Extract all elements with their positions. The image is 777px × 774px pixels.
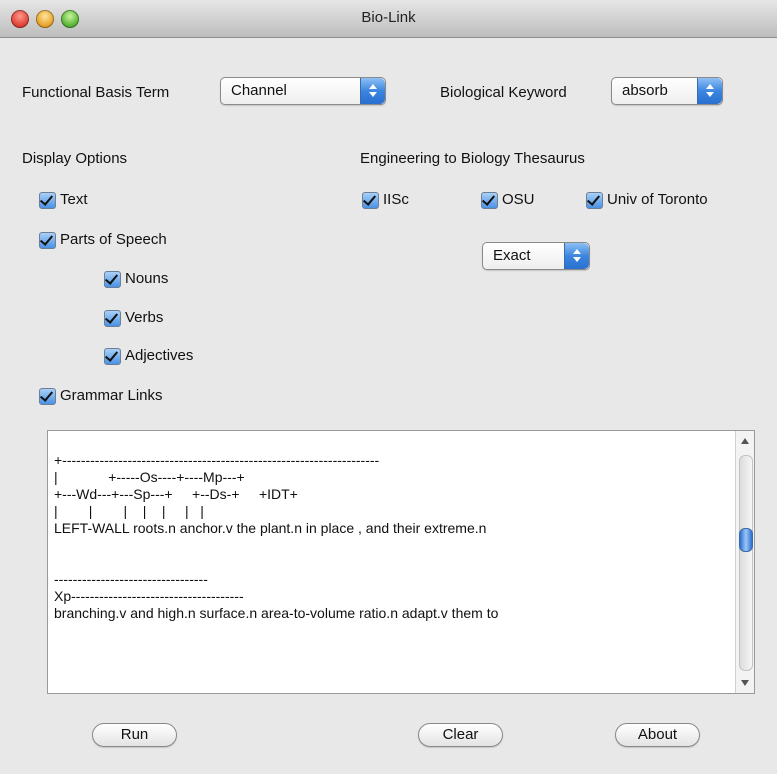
title-bar: Bio-Link [0,0,777,38]
checkmark-icon [586,192,603,209]
checkmark-icon [104,310,121,327]
output-line: +---------------------------------------… [54,452,380,468]
iisc-label: IISc [383,191,409,208]
window-title: Bio-Link [361,9,416,26]
checkmark-icon [362,192,379,209]
output-line: Xp------------------------------------- [54,588,244,604]
functional-basis-value: Channel [231,82,287,99]
output-line: branching.v and high.n surface.n area-to… [54,605,499,621]
match-mode-popup[interactable]: Exact [482,242,590,270]
popup-arrows-icon [360,78,385,104]
scroll-down-arrow-icon[interactable] [741,680,749,686]
grammar-links-label: Grammar Links [60,387,163,404]
nouns-label: Nouns [125,270,169,287]
scroll-up-arrow-icon[interactable] [741,438,749,444]
scrollbar-thumb[interactable] [739,527,753,552]
checkmark-icon [39,232,56,249]
checkmark-icon [39,192,56,209]
about-button[interactable]: About [615,723,700,747]
scrollbar-track[interactable] [739,455,753,671]
checkmark-icon [39,388,56,405]
vertical-scrollbar[interactable] [735,431,754,693]
parts-of-speech-label: Parts of Speech [60,231,167,248]
output-content: +---------------------------------------… [54,452,498,622]
clear-button[interactable]: Clear [418,723,503,747]
output-line: +---Wd---+---Sp---+ +--Ds-+ +IDT+ [54,486,298,502]
biological-keyword-popup[interactable]: absorb [611,77,723,105]
biological-keyword-label: Biological Keyword [440,84,567,101]
functional-basis-label: Functional Basis Term [22,84,170,101]
verbs-label: Verbs [125,309,164,326]
output-text-area[interactable]: +---------------------------------------… [47,430,755,694]
toronto-label: Univ of Toronto [607,191,708,208]
output-line: | +-----Os----+----Mp---+ [54,469,245,485]
osu-label: OSU [502,191,535,208]
adjectives-label: Adjectives [125,347,194,364]
match-mode-value: Exact [493,247,531,264]
checkmark-icon [104,271,121,288]
checkmark-icon [481,192,498,209]
bio-link-window: Bio-Link Functional Basis Term Channel B… [0,0,777,774]
biological-keyword-value: absorb [622,82,668,99]
display-options-heading: Display Options [22,150,128,167]
functional-basis-popup[interactable]: Channel [220,77,386,105]
output-line: | | | | | | | [54,503,204,519]
checkmark-icon [104,348,121,365]
popup-arrows-icon [564,243,589,269]
output-line: LEFT-WALL roots.n anchor.v the plant.n i… [54,520,487,536]
thesaurus-heading: Engineering to Biology Thesaurus [360,150,585,167]
run-button[interactable]: Run [92,723,177,747]
popup-arrows-icon [697,78,722,104]
text-checkbox-label: Text [60,191,88,208]
output-line: --------------------------------- [54,571,208,587]
